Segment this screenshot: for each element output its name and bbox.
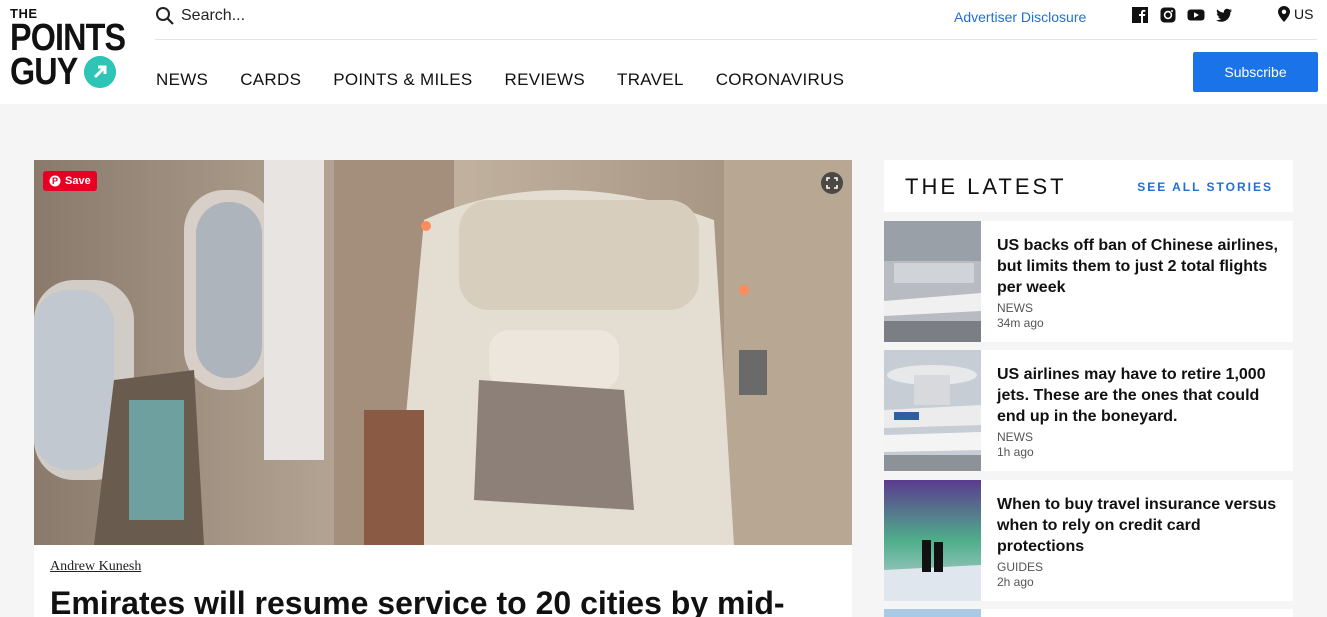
search-box[interactable]: Search... <box>155 4 245 28</box>
header-divider <box>155 39 1317 40</box>
site-header: THE POINTS GUY Search... Advertiser Disc… <box>0 0 1327 104</box>
story-category[interactable]: GUIDES <box>997 560 1043 574</box>
story-time: 34m ago <box>997 316 1044 330</box>
subscribe-button[interactable]: Subscribe <box>1193 52 1318 92</box>
nav-item-points-miles[interactable]: POINTS & MILES <box>333 70 472 90</box>
story-item[interactable]: When to buy travel insurance versus when… <box>884 480 1293 601</box>
story-title[interactable]: When to buy travel insurance versus when… <box>997 494 1282 557</box>
nav-item-reviews[interactable]: REVIEWS <box>505 70 586 90</box>
author-link[interactable]: Andrew Kunesh <box>50 559 141 575</box>
twitter-icon[interactable] <box>1215 6 1233 24</box>
pinterest-icon: P <box>49 175 61 187</box>
region-selector[interactable]: US <box>1278 6 1313 22</box>
save-label: Save <box>65 175 91 187</box>
nav-item-travel[interactable]: TRAVEL <box>617 70 684 90</box>
latest-title: THE LATEST <box>905 174 1067 199</box>
main-nav: NEWS CARDS POINTS & MILES REVIEWS TRAVEL… <box>156 70 844 90</box>
nav-item-cards[interactable]: CARDS <box>240 70 301 90</box>
article-headline[interactable]: Emirates will resume service to 20 citie… <box>50 585 785 617</box>
advertiser-disclosure-link[interactable]: Advertiser Disclosure <box>954 9 1086 25</box>
logo-line-3: GUY <box>10 51 78 93</box>
story-title[interactable]: US airlines may have to retire 1,000 jet… <box>997 364 1282 427</box>
story-thumbnail[interactable] <box>884 350 981 471</box>
story-title[interactable]: US backs off ban of Chinese airlines, bu… <box>997 235 1282 298</box>
story-time: 2h ago <box>997 575 1034 589</box>
svg-text:P: P <box>52 176 58 186</box>
story-thumbnail[interactable] <box>884 480 981 601</box>
story-category[interactable]: NEWS <box>997 430 1033 444</box>
instagram-icon[interactable] <box>1159 6 1177 24</box>
expand-icon <box>826 177 838 189</box>
hero-image[interactable]: P Save <box>34 160 852 545</box>
article-card: Andrew Kunesh Emirates will resume servi… <box>34 545 852 617</box>
logo-arrow-icon <box>84 56 116 88</box>
search-input[interactable]: Search... <box>181 7 245 25</box>
story-category[interactable]: NEWS <box>997 301 1033 315</box>
youtube-icon[interactable] <box>1187 6 1205 24</box>
story-time: 1h ago <box>997 445 1034 459</box>
story-item[interactable]: US backs off ban of Chinese airlines, bu… <box>884 221 1293 342</box>
story-thumbnail[interactable] <box>884 609 981 617</box>
facebook-icon[interactable] <box>1131 6 1149 24</box>
nav-item-coronavirus[interactable]: CORONAVIRUS <box>716 70 845 90</box>
story-item[interactable]: US airlines may have to retire 1,000 jet… <box>884 350 1293 471</box>
nav-item-news[interactable]: NEWS <box>156 70 208 90</box>
site-logo[interactable]: THE POINTS GUY <box>10 6 126 93</box>
social-links <box>1131 6 1233 24</box>
fullscreen-button[interactable] <box>821 172 843 194</box>
pinterest-save-button[interactable]: P Save <box>43 171 97 191</box>
cabin-seat-image <box>34 160 852 545</box>
story-item[interactable] <box>884 609 1293 617</box>
story-thumbnail[interactable] <box>884 221 981 342</box>
search-icon <box>156 7 174 25</box>
see-all-stories-link[interactable]: SEE ALL STORIES <box>1137 180 1273 194</box>
latest-header: THE LATEST SEE ALL STORIES <box>884 160 1293 212</box>
region-label: US <box>1294 6 1314 22</box>
location-pin-icon <box>1278 6 1290 22</box>
